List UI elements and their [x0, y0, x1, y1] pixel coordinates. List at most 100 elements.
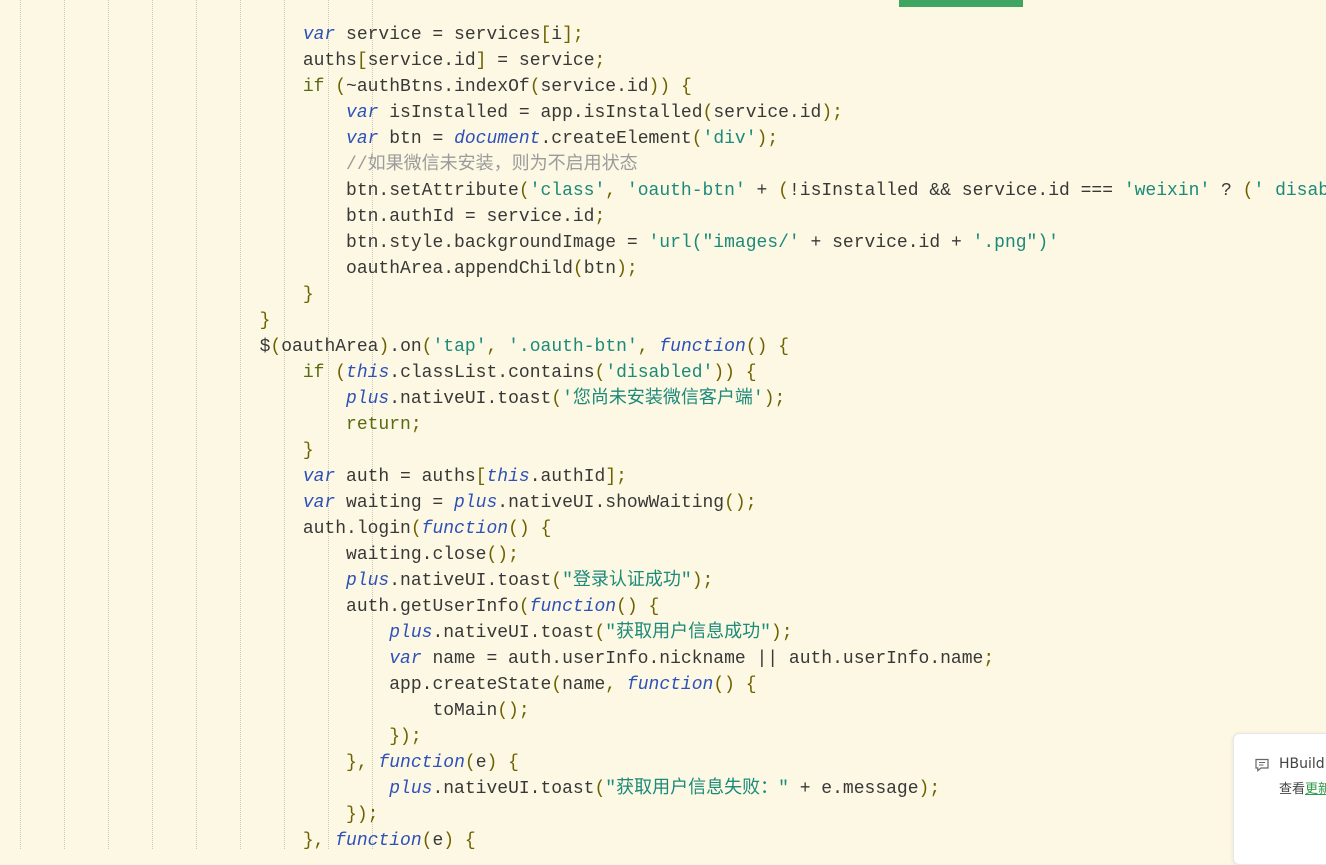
code-token: ( [691, 129, 703, 149]
code-token: ( [421, 831, 433, 849]
code-token: ( [551, 571, 563, 591]
code-token: ( [551, 389, 563, 409]
code-line[interactable]: app.createState(name, function() { [238, 672, 1326, 698]
code-token: { [745, 675, 757, 695]
code-token: document [454, 129, 541, 149]
code-line[interactable]: plus.nativeUI.toast("获取用户信息成功"); [238, 620, 1326, 646]
code-line[interactable]: toMain(); [238, 698, 1326, 724]
code-token: , [605, 181, 617, 201]
code-token: , [605, 675, 617, 695]
code-line[interactable]: } [238, 438, 1326, 464]
code-token: }); [389, 727, 422, 747]
code-token: oauthArea.appendChild [346, 259, 573, 279]
code-token: btn.authId = service.id [346, 207, 595, 227]
code-line[interactable]: plus.nativeUI.toast("获取用户信息失败：" + e.mess… [238, 776, 1326, 802]
code-token: () [745, 337, 768, 357]
code-line[interactable]: }); [238, 802, 1326, 828]
code-token: ( [594, 363, 606, 383]
code-line[interactable]: } [238, 308, 1326, 334]
code-token: oauthArea [281, 337, 379, 357]
code-line[interactable]: $(oauthArea).on('tap', '.oauth-btn', fun… [238, 334, 1326, 360]
code-line[interactable]: var auth = auths[this.authId]; [238, 464, 1326, 490]
code-token: service.id [713, 103, 822, 123]
code-line[interactable]: var isInstalled = app.isInstalled(servic… [238, 100, 1326, 126]
code-token: plus [389, 779, 433, 799]
code-token: ( [594, 623, 606, 643]
code-line[interactable]: return; [238, 412, 1326, 438]
code-line[interactable]: var service = services[i]; [238, 22, 1326, 48]
code-token: .nativeUI.toast [389, 571, 552, 591]
code-token: ( [270, 337, 282, 357]
code-token: { [778, 337, 790, 357]
code-token: function [659, 337, 746, 357]
update-notification[interactable]: HBuild 查看更新 [1233, 733, 1326, 865]
code-token: () [508, 519, 530, 539]
code-token: name = auth.userInfo.nickname || auth.us… [421, 649, 984, 669]
code-line[interactable]: plus.nativeUI.toast('您尚未安装微信客户端'); [238, 386, 1326, 412]
code-token: !isInstalled && service.id === [788, 181, 1124, 201]
code-line[interactable]: var btn = document.createElement('div'); [238, 126, 1326, 152]
code-token: var [302, 467, 336, 487]
code-line[interactable]: } [238, 282, 1326, 308]
code-token: auths [302, 51, 357, 71]
code-token: { [540, 519, 552, 539]
code-token: this [346, 363, 390, 383]
code-line[interactable]: btn.style.backgroundImage = 'url("images… [238, 230, 1326, 256]
code-token: function [378, 753, 465, 773]
code-token: var [346, 129, 379, 149]
code-token: i [551, 25, 563, 45]
code-line[interactable]: auths[service.id] = service; [238, 48, 1326, 74]
update-link[interactable]: 更新 [1305, 782, 1326, 797]
code-token: , [637, 337, 649, 357]
code-token: 'disabled' [605, 363, 714, 383]
code-line[interactable]: var waiting = plus.nativeUI.showWaiting(… [238, 490, 1326, 516]
code-token: ); [691, 571, 714, 591]
code-token: () [616, 597, 638, 617]
code-line[interactable]: auth.login(function() { [238, 516, 1326, 542]
code-token: (); [724, 493, 757, 513]
code-token: 'class' [529, 181, 606, 201]
indent-guide [64, 0, 65, 849]
code-token: service.id [540, 77, 649, 97]
code-token: ( [335, 77, 347, 97]
code-line[interactable]: //如果微信未安装，则为不启用状态 [238, 152, 1326, 178]
active-indicator-bar [899, 0, 1023, 7]
code-line[interactable]: btn.setAttribute('class', 'oauth-btn' + … [238, 178, 1326, 204]
code-area[interactable]: var service = services[i]; auths[service… [238, 22, 1326, 849]
code-token: app.createState [389, 675, 552, 695]
code-line[interactable]: if (this.classList.contains('disabled'))… [238, 360, 1326, 386]
code-line[interactable]: var name = auth.userInfo.nickname || aut… [238, 646, 1326, 672]
code-token: ( [335, 363, 347, 383]
code-token: btn.setAttribute [346, 181, 519, 201]
code-line[interactable]: if (~authBtns.indexOf(service.id)) { [238, 74, 1326, 100]
code-token: 'weixin' [1123, 181, 1211, 201]
code-line[interactable]: waiting.close(); [238, 542, 1326, 568]
code-line[interactable]: auth.getUserInfo(function() { [238, 594, 1326, 620]
code-token: ) [378, 337, 390, 357]
code-line[interactable]: }, function(e) { [238, 750, 1326, 776]
code-line[interactable]: btn.authId = service.id; [238, 204, 1326, 230]
code-line[interactable]: oauthArea.appendChild(btn); [238, 256, 1326, 282]
code-token: if [302, 363, 325, 383]
code-line[interactable]: }); [238, 724, 1326, 750]
code-token: { [745, 363, 757, 383]
code-line[interactable]: plus.nativeUI.toast("登录认证成功"); [238, 568, 1326, 594]
code-token: + [745, 181, 779, 201]
code-line[interactable]: }, function(e) { [238, 828, 1326, 849]
code-editor[interactable]: var service = services[i]; auths[service… [0, 0, 1326, 849]
